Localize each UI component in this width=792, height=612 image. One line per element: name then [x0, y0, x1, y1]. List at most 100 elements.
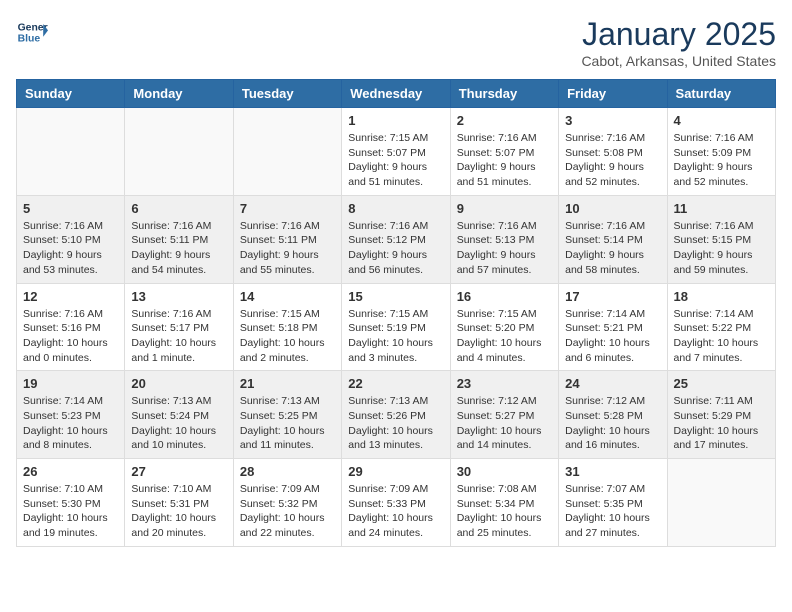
calendar-cell: 6Sunrise: 7:16 AM Sunset: 5:11 PM Daylig… [125, 195, 233, 283]
calendar-cell: 20 Sunrise: 7:13 AM Sunset: 5:24 PM Dayli… [125, 371, 233, 459]
calendar-cell: 4Sunrise: 7:16 AM Sunset: 5:09 PM Daylig… [667, 108, 775, 196]
calendar-cell: 16Sunrise: 7:15 AM Sunset: 5:20 PM Dayli… [450, 283, 558, 371]
day-info: Sunrise: 7:09 AM Sunset: 5:33 PM Dayligh… [348, 482, 443, 541]
day-number: 23 [457, 376, 552, 391]
calendar-cell: 7 Sunrise: 7:16 AM Sunset: 5:11 PM Daylig… [233, 195, 341, 283]
day-number: 15 [348, 289, 443, 304]
calendar-cell: 18 Sunrise: 7:14 AM Sunset: 5:22 PM Dayli… [667, 283, 775, 371]
calendar-cell: 17Sunrise: 7:14 AM Sunset: 5:21 PM Dayli… [559, 283, 667, 371]
day-number: 8 [348, 201, 443, 216]
calendar-cell: 12 Sunrise: 7:16 AM Sunset: 5:16 PM Dayli… [17, 283, 125, 371]
month-title: January 2025 [581, 16, 776, 53]
title-section: January 2025 Cabot, Arkansas, United Sta… [581, 16, 776, 69]
day-number: 10 [565, 201, 660, 216]
calendar-cell [233, 108, 341, 196]
day-info: Sunrise: 7:07 AM Sunset: 5:35 PM Dayligh… [565, 482, 660, 541]
day-info: Sunrise: 7:15 AM Sunset: 5:20 PM Dayligh… [457, 307, 552, 366]
calendar-cell: 25 Sunrise: 7:11 AM Sunset: 5:29 PM Dayli… [667, 371, 775, 459]
day-info: Sunrise: 7:11 AM Sunset: 5:29 PM Dayligh… [674, 394, 769, 453]
calendar-cell [667, 459, 775, 547]
day-info: Sunrise: 7:14 AM Sunset: 5:23 PM Dayligh… [23, 394, 118, 453]
calendar-cell: 13 Sunrise: 7:16 AM Sunset: 5:17 PM Dayli… [125, 283, 233, 371]
day-info: Sunrise: 7:16 AM Sunset: 5:16 PM Dayligh… [23, 307, 118, 366]
calendar-cell: 31 Sunrise: 7:07 AM Sunset: 5:35 PM Dayli… [559, 459, 667, 547]
day-number: 9 [457, 201, 552, 216]
logo-icon: General Blue [16, 16, 48, 48]
calendar-cell [125, 108, 233, 196]
page-header: General Blue January 2025 Cabot, Arkansa… [16, 16, 776, 69]
day-info: Sunrise: 7:15 AM Sunset: 5:07 PM Dayligh… [348, 131, 443, 190]
day-number: 6 [131, 201, 226, 216]
day-info: Sunrise: 7:16 AM Sunset: 5:11 PM Dayligh… [240, 219, 335, 278]
calendar-cell: 5 Sunrise: 7:16 AM Sunset: 5:10 PM Daylig… [17, 195, 125, 283]
day-number: 20 [131, 376, 226, 391]
day-info: Sunrise: 7:12 AM Sunset: 5:27 PM Dayligh… [457, 394, 552, 453]
calendar-cell: 1 Sunrise: 7:15 AM Sunset: 5:07 PM Daylig… [342, 108, 450, 196]
day-number: 31 [565, 464, 660, 479]
day-number: 4 [674, 113, 769, 128]
day-number: 30 [457, 464, 552, 479]
calendar-header-sunday: Sunday [17, 80, 125, 108]
day-info: Sunrise: 7:16 AM Sunset: 5:13 PM Dayligh… [457, 219, 552, 278]
day-info: Sunrise: 7:15 AM Sunset: 5:18 PM Dayligh… [240, 307, 335, 366]
calendar-cell: 15 Sunrise: 7:15 AM Sunset: 5:19 PM Dayli… [342, 283, 450, 371]
day-number: 27 [131, 464, 226, 479]
calendar-cell: 19 Sunrise: 7:14 AM Sunset: 5:23 PM Dayli… [17, 371, 125, 459]
calendar-header-wednesday: Wednesday [342, 80, 450, 108]
day-info: Sunrise: 7:13 AM Sunset: 5:26 PM Dayligh… [348, 394, 443, 453]
day-number: 14 [240, 289, 335, 304]
day-number: 26 [23, 464, 118, 479]
day-info: Sunrise: 7:16 AM Sunset: 5:07 PM Dayligh… [457, 131, 552, 190]
day-number: 7 [240, 201, 335, 216]
calendar-table: SundayMondayTuesdayWednesdayThursdayFrid… [16, 79, 776, 547]
day-number: 18 [674, 289, 769, 304]
calendar-cell: 8Sunrise: 7:16 AM Sunset: 5:12 PM Daylig… [342, 195, 450, 283]
day-number: 17 [565, 289, 660, 304]
day-number: 22 [348, 376, 443, 391]
day-number: 5 [23, 201, 118, 216]
day-number: 19 [23, 376, 118, 391]
calendar-cell: 26Sunrise: 7:10 AM Sunset: 5:30 PM Dayli… [17, 459, 125, 547]
day-info: Sunrise: 7:13 AM Sunset: 5:24 PM Dayligh… [131, 394, 226, 453]
day-info: Sunrise: 7:14 AM Sunset: 5:22 PM Dayligh… [674, 307, 769, 366]
day-info: Sunrise: 7:13 AM Sunset: 5:25 PM Dayligh… [240, 394, 335, 453]
calendar-cell: 24 Sunrise: 7:12 AM Sunset: 5:28 PM Dayli… [559, 371, 667, 459]
calendar-cell: 30Sunrise: 7:08 AM Sunset: 5:34 PM Dayli… [450, 459, 558, 547]
day-info: Sunrise: 7:16 AM Sunset: 5:15 PM Dayligh… [674, 219, 769, 278]
calendar-cell [17, 108, 125, 196]
day-number: 25 [674, 376, 769, 391]
day-number: 1 [348, 113, 443, 128]
calendar-cell: 29 Sunrise: 7:09 AM Sunset: 5:33 PM Dayli… [342, 459, 450, 547]
day-info: Sunrise: 7:16 AM Sunset: 5:10 PM Dayligh… [23, 219, 118, 278]
calendar-header-thursday: Thursday [450, 80, 558, 108]
calendar-cell: 21 Sunrise: 7:13 AM Sunset: 5:25 PM Dayli… [233, 371, 341, 459]
calendar-header-tuesday: Tuesday [233, 80, 341, 108]
day-number: 21 [240, 376, 335, 391]
calendar-cell: 27 Sunrise: 7:10 AM Sunset: 5:31 PM Dayli… [125, 459, 233, 547]
day-number: 28 [240, 464, 335, 479]
calendar-cell: 11Sunrise: 7:16 AM Sunset: 5:15 PM Dayli… [667, 195, 775, 283]
calendar-header-saturday: Saturday [667, 80, 775, 108]
calendar-header-monday: Monday [125, 80, 233, 108]
day-info: Sunrise: 7:09 AM Sunset: 5:32 PM Dayligh… [240, 482, 335, 541]
day-number: 13 [131, 289, 226, 304]
svg-text:Blue: Blue [18, 34, 41, 45]
day-info: Sunrise: 7:16 AM Sunset: 5:17 PM Dayligh… [131, 307, 226, 366]
calendar-cell: 14 Sunrise: 7:15 AM Sunset: 5:18 PM Dayli… [233, 283, 341, 371]
day-info: Sunrise: 7:10 AM Sunset: 5:31 PM Dayligh… [131, 482, 226, 541]
calendar-week-row: 12 Sunrise: 7:16 AM Sunset: 5:16 PM Dayli… [17, 283, 776, 371]
day-info: Sunrise: 7:16 AM Sunset: 5:14 PM Dayligh… [565, 219, 660, 278]
calendar-cell: 9 Sunrise: 7:16 AM Sunset: 5:13 PM Daylig… [450, 195, 558, 283]
day-info: Sunrise: 7:12 AM Sunset: 5:28 PM Dayligh… [565, 394, 660, 453]
calendar-cell: 10 Sunrise: 7:16 AM Sunset: 5:14 PM Dayli… [559, 195, 667, 283]
day-info: Sunrise: 7:15 AM Sunset: 5:19 PM Dayligh… [348, 307, 443, 366]
calendar-cell: 3 Sunrise: 7:16 AM Sunset: 5:08 PM Daylig… [559, 108, 667, 196]
day-number: 29 [348, 464, 443, 479]
day-number: 24 [565, 376, 660, 391]
day-number: 3 [565, 113, 660, 128]
calendar-cell: 23 Sunrise: 7:12 AM Sunset: 5:27 PM Dayli… [450, 371, 558, 459]
location: Cabot, Arkansas, United States [581, 53, 776, 69]
calendar-cell: 28 Sunrise: 7:09 AM Sunset: 5:32 PM Dayli… [233, 459, 341, 547]
day-info: Sunrise: 7:16 AM Sunset: 5:08 PM Dayligh… [565, 131, 660, 190]
day-number: 12 [23, 289, 118, 304]
